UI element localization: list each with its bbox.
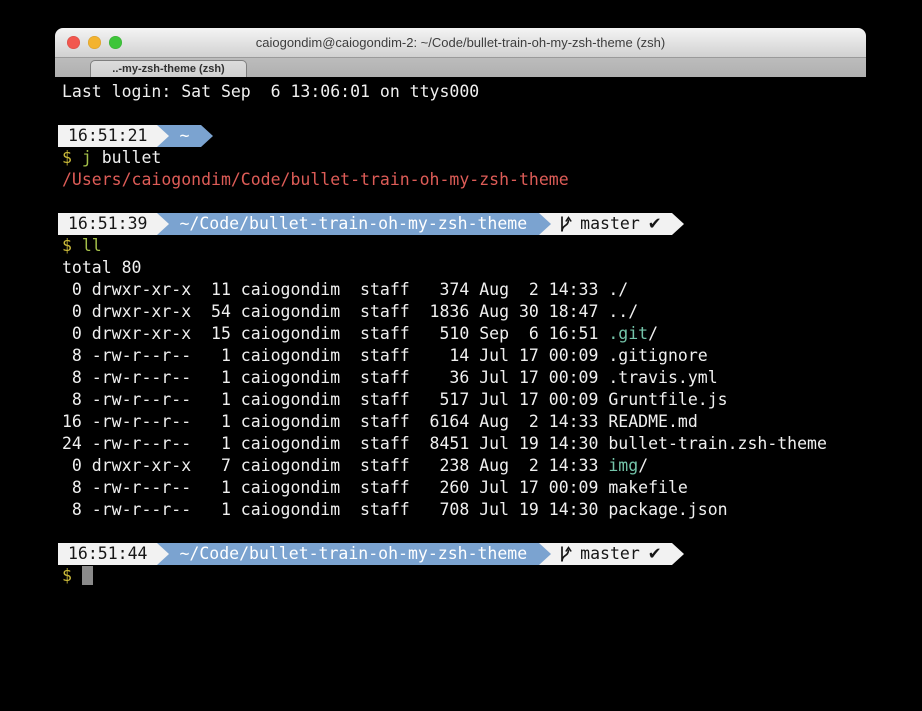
terminal-content[interactable]: Last login: Sat Sep 6 13:06:01 on ttys00…: [55, 77, 866, 711]
listing-row: 0 drwxr-xr-x 11 caiogondim staff 374 Aug…: [62, 279, 866, 301]
powerline-separator-icon: [157, 125, 169, 147]
prompt-symbol: $: [62, 566, 72, 585]
tab-bar: ..-my-zsh-theme (zsh): [55, 58, 866, 77]
file-name: package.json: [608, 500, 727, 519]
command-text: ll: [82, 236, 102, 255]
row-meta: 8 -rw-r--r-- 1 caiogondim staff 14 Jul 1…: [62, 346, 608, 365]
window-title: caiogondim@caiogondim-2: ~/Code/bullet-t…: [55, 35, 866, 50]
prompt-path-segment: ~/Code/bullet-train-oh-my-zsh-theme: [169, 213, 539, 235]
listing-row: 0 drwxr-xr-x 7 caiogondim staff 238 Aug …: [62, 455, 866, 477]
powerline-separator-icon: [672, 213, 684, 235]
blank-line: [62, 103, 866, 125]
blank-line: [62, 191, 866, 213]
jump-output-line: /Users/caiogondim/Code/bullet-train-oh-m…: [62, 169, 866, 191]
prompt-path-segment: ~/Code/bullet-train-oh-my-zsh-theme: [169, 543, 539, 565]
row-meta: 0 drwxr-xr-x 15 caiogondim staff 510 Sep…: [62, 324, 608, 343]
file-name: ../: [608, 302, 638, 321]
listing-row: 16 -rw-r--r-- 1 caiogondim staff 6164 Au…: [62, 411, 866, 433]
file-suffix: /: [648, 324, 658, 343]
file-name: makefile: [608, 478, 687, 497]
powerline-separator-icon: [539, 213, 551, 235]
file-name: .gitignore: [608, 346, 707, 365]
powerline-separator-icon: [539, 543, 551, 565]
prompt-line-2: 16:51:39 ~/Code/bullet-train-oh-my-zsh-t…: [58, 213, 866, 235]
file-name: README.md: [608, 412, 697, 431]
git-branch-icon: [559, 215, 572, 233]
prompt-time-segment: 16:51:21: [58, 125, 157, 147]
listing-row: 8 -rw-r--r-- 1 caiogondim staff 14 Jul 1…: [62, 345, 866, 367]
directory-name: img: [608, 456, 638, 475]
total-line: total 80: [62, 257, 866, 279]
row-meta: 16 -rw-r--r-- 1 caiogondim staff 6164 Au…: [62, 412, 608, 431]
row-meta: 8 -rw-r--r-- 1 caiogondim staff 260 Jul …: [62, 478, 608, 497]
powerline-separator-icon: [201, 125, 213, 147]
listing-row: 0 drwxr-xr-x 15 caiogondim staff 510 Sep…: [62, 323, 866, 345]
prompt-time-segment: 16:51:44: [58, 543, 157, 565]
git-branch-icon: [559, 545, 572, 563]
row-meta: 8 -rw-r--r-- 1 caiogondim staff 708 Jul …: [62, 500, 608, 519]
powerline-separator-icon: [157, 213, 169, 235]
space: [72, 148, 82, 167]
listing-row: 8 -rw-r--r-- 1 caiogondim staff 517 Jul …: [62, 389, 866, 411]
listing-row: 0 drwxr-xr-x 54 caiogondim staff 1836 Au…: [62, 301, 866, 323]
file-name: bullet-train.zsh-theme: [608, 434, 827, 453]
prompt-symbol: $: [62, 148, 72, 167]
command-line: $ ll: [62, 235, 866, 257]
prompt-git-segment: master ✔: [551, 543, 671, 565]
command-line: $ j bullet: [62, 147, 866, 169]
file-name: ./: [608, 280, 628, 299]
git-clean-check-icon: ✔: [648, 213, 662, 235]
prompt-time-segment: 16:51:39: [58, 213, 157, 235]
prompt-git-segment: master ✔: [551, 213, 671, 235]
blank-line: [62, 521, 866, 543]
terminal-window: caiogondim@caiogondim-2: ~/Code/bullet-t…: [55, 28, 866, 710]
file-name: Gruntfile.js: [608, 390, 727, 409]
last-login-line: Last login: Sat Sep 6 13:06:01 on ttys00…: [62, 81, 866, 103]
row-meta: 8 -rw-r--r-- 1 caiogondim staff 517 Jul …: [62, 390, 608, 409]
listing-row: 8 -rw-r--r-- 1 caiogondim staff 708 Jul …: [62, 499, 866, 521]
row-meta: 0 drwxr-xr-x 7 caiogondim staff 238 Aug …: [62, 456, 608, 475]
listing-row: 8 -rw-r--r-- 1 caiogondim staff 36 Jul 1…: [62, 367, 866, 389]
space: [72, 566, 82, 585]
prompt-line-3: 16:51:44 ~/Code/bullet-train-oh-my-zsh-t…: [58, 543, 866, 565]
space: [72, 236, 82, 255]
row-meta: 8 -rw-r--r-- 1 caiogondim staff 36 Jul 1…: [62, 368, 608, 387]
command-text: j: [82, 148, 92, 167]
tab-zsh[interactable]: ..-my-zsh-theme (zsh): [90, 60, 247, 77]
input-line[interactable]: $: [62, 565, 866, 587]
git-clean-check-icon: ✔: [648, 543, 662, 565]
git-branch-name: master: [580, 213, 640, 235]
directory-name: .git: [608, 324, 648, 343]
git-branch-name: master: [580, 543, 640, 565]
row-meta: 24 -rw-r--r-- 1 caiogondim staff 8451 Ju…: [62, 434, 608, 453]
text-cursor: [82, 566, 93, 585]
listing-row: 24 -rw-r--r-- 1 caiogondim staff 8451 Ju…: [62, 433, 866, 455]
prompt-line-1: 16:51:21 ~: [58, 125, 866, 147]
command-args: bullet: [92, 148, 162, 167]
title-bar[interactable]: caiogondim@caiogondim-2: ~/Code/bullet-t…: [55, 28, 866, 58]
row-meta: 0 drwxr-xr-x 54 caiogondim staff 1836 Au…: [62, 302, 608, 321]
powerline-separator-icon: [672, 543, 684, 565]
powerline-separator-icon: [157, 543, 169, 565]
file-name: .travis.yml: [608, 368, 717, 387]
file-suffix: /: [638, 456, 648, 475]
prompt-symbol: $: [62, 236, 72, 255]
prompt-path-segment: ~: [169, 125, 201, 147]
row-meta: 0 drwxr-xr-x 11 caiogondim staff 374 Aug…: [62, 280, 608, 299]
listing-row: 8 -rw-r--r-- 1 caiogondim staff 260 Jul …: [62, 477, 866, 499]
